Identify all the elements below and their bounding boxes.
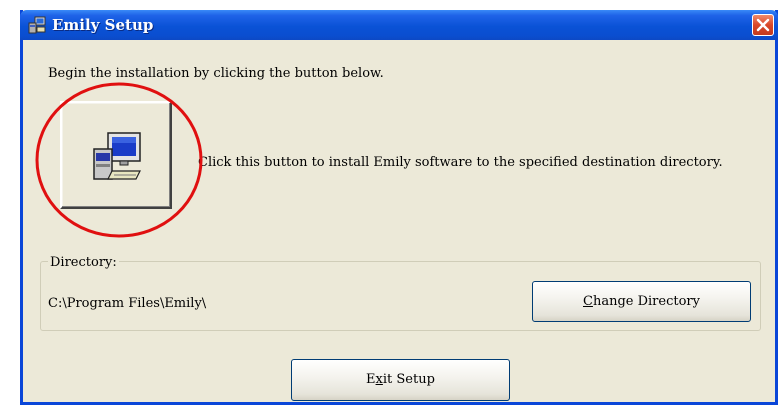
setup-app-icon	[28, 16, 46, 34]
setup-window: Emily Setup Begin the installation by cl…	[20, 10, 778, 405]
change-directory-label: hange Directory	[592, 294, 700, 309]
instruction-text: Begin the installation by clicking the b…	[48, 66, 384, 81]
exit-setup-mnemonic: x	[375, 372, 383, 387]
title-bar[interactable]: Emily Setup	[20, 10, 778, 40]
exit-setup-button[interactable]: Exit Setup	[291, 359, 510, 401]
directory-label: Directory:	[48, 255, 119, 270]
window-title: Emily Setup	[52, 16, 154, 34]
close-icon	[756, 18, 770, 32]
computer-install-icon	[92, 131, 144, 185]
install-button[interactable]	[60, 101, 172, 209]
change-directory-button[interactable]: Change Directory	[532, 281, 751, 322]
exit-setup-label-start: E	[366, 372, 376, 387]
exit-setup-label: it Setup	[382, 372, 435, 387]
install-description: Click this button to install Emily softw…	[198, 155, 723, 170]
close-button[interactable]	[752, 14, 774, 36]
change-directory-mnemonic: C	[583, 294, 593, 309]
directory-path: C:\Program Files\Emily\	[48, 296, 207, 311]
